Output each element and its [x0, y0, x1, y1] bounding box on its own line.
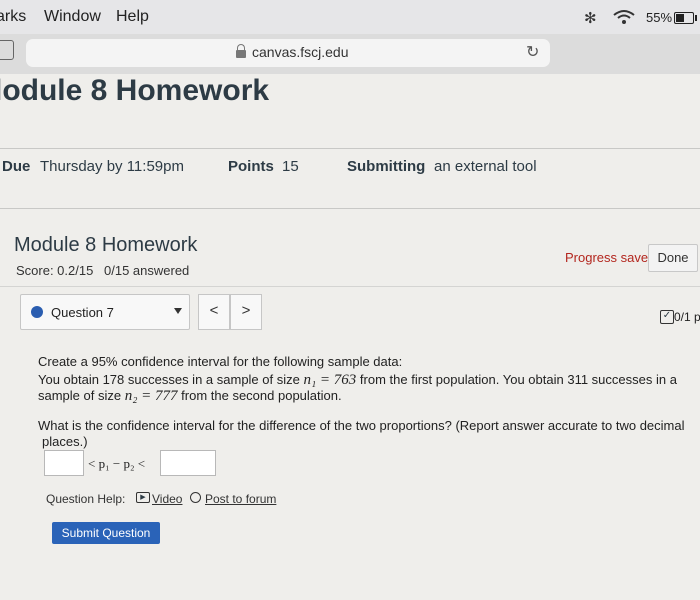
bluetooth-icon[interactable]: ✻: [584, 9, 597, 27]
checkbox-icon: ✓: [660, 310, 674, 324]
upper-bound-input[interactable]: [160, 450, 216, 476]
points-label: Points: [228, 158, 274, 175]
browser-toolbar: canvas.fscj.edu ↻: [0, 34, 700, 75]
question-status-dot: [31, 306, 43, 318]
menu-item-help[interactable]: Help: [116, 8, 149, 26]
n2-expression: n₂ = 777: [124, 388, 178, 404]
divider: [0, 148, 700, 149]
forum-icon: [190, 492, 201, 503]
system-menu-bar: arks Window Help ✻ 55%: [0, 0, 700, 34]
question-text-line: places.): [42, 434, 88, 449]
question-text-line: What is the confidence interval for the …: [38, 418, 685, 433]
question-text-line: sample of size n₂ = 777 from the second …: [38, 388, 342, 404]
answered-count: 0/15 answered: [104, 263, 190, 278]
url-text: canvas.fscj.edu: [252, 44, 349, 60]
battery-icon[interactable]: [674, 12, 697, 24]
score-text: Score: 0.2/15: [16, 263, 94, 278]
submitting-value: an external tool: [434, 158, 537, 175]
due-label: Due: [2, 158, 31, 175]
divider: [0, 286, 700, 287]
question-text-line: You obtain 178 successes in a sample of …: [38, 372, 677, 388]
submit-question-button[interactable]: Submit Question: [52, 522, 160, 544]
points-value: 15: [282, 158, 299, 175]
submitting-label: Submitting: [347, 158, 426, 175]
n1-expression: n₁ = 763: [303, 372, 357, 388]
chevron-down-icon: [174, 308, 182, 314]
question-points: 0/1 p: [674, 310, 700, 324]
page-content: lodule 8 Homework Due Thursday by 11:59p…: [0, 74, 700, 600]
address-bar[interactable]: canvas.fscj.edu ↻: [26, 39, 550, 67]
wifi-icon[interactable]: [612, 8, 636, 26]
done-button[interactable]: Done: [648, 244, 698, 272]
video-icon: ▶: [136, 492, 150, 503]
lower-bound-input[interactable]: [44, 450, 84, 476]
menu-item-bookmarks[interactable]: arks: [0, 8, 26, 26]
question-select-label: Question 7: [51, 305, 114, 320]
post-to-forum-link[interactable]: Post to forum: [205, 492, 276, 506]
menu-item-window[interactable]: Window: [44, 8, 101, 26]
previous-question-button[interactable]: <: [198, 294, 230, 330]
sidebar-toggle-button[interactable]: [0, 40, 14, 60]
lock-icon: [236, 44, 246, 58]
difference-expression: < p₁ − p₂ <: [88, 456, 146, 471]
video-link[interactable]: Video: [152, 492, 182, 506]
page-title: lodule 8 Homework: [0, 74, 270, 107]
question-help-label: Question Help:: [46, 492, 126, 506]
due-value: Thursday by 11:59pm: [40, 158, 184, 175]
divider: [0, 208, 700, 209]
battery-percent: 55%: [646, 10, 673, 25]
question-select[interactable]: Question 7: [20, 294, 190, 330]
module-title: Module 8 Homework: [14, 234, 198, 256]
reload-icon[interactable]: ↻: [526, 42, 539, 62]
question-text-line: Create a 95% confidence interval for the…: [38, 354, 403, 369]
next-question-button[interactable]: >: [230, 294, 262, 330]
battery-level-fill: [676, 14, 684, 22]
progress-saved-status: Progress saved: [565, 250, 656, 265]
